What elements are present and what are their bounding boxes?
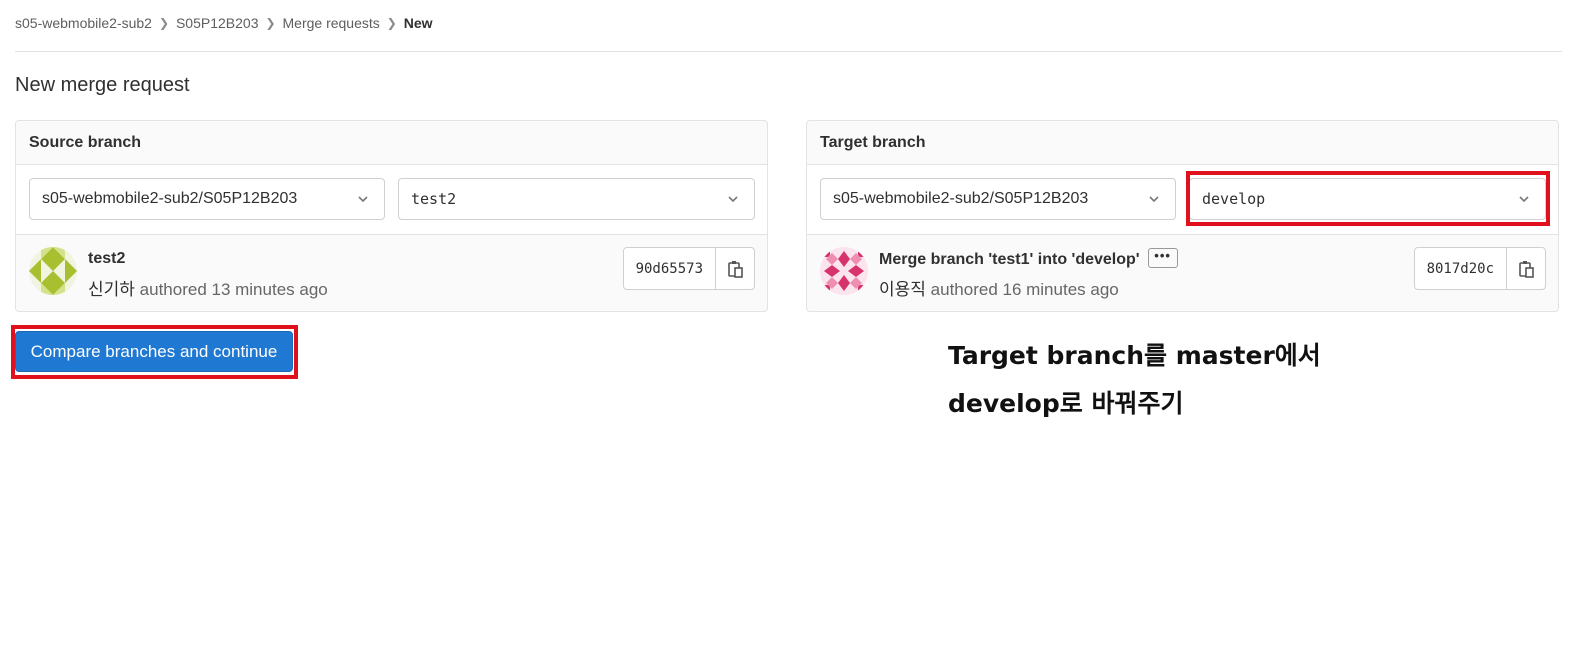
source-branch-panel: Source branch s05-webmobile2-sub2/S05P12… xyxy=(15,120,768,312)
chevron-down-icon xyxy=(728,196,738,203)
commit-sha[interactable]: 90d65573 xyxy=(624,248,716,289)
source-project-dropdown[interactable]: s05-webmobile2-sub2/S05P12B203 xyxy=(29,178,385,220)
compare-branches-button[interactable]: Compare branches and continue xyxy=(15,331,293,372)
target-branch-panel: Target branch s05-webmobile2-sub2/S05P12… xyxy=(806,120,1559,312)
target-commit: Merge branch 'test1' into 'develop' ••• 이… xyxy=(807,235,1558,311)
commit-title: Merge branch 'test1' into 'develop' ••• xyxy=(879,248,1178,270)
target-branch-dropdown[interactable]: develop xyxy=(1189,178,1546,220)
annotation-line: develop로 바꿔주기 xyxy=(948,389,1184,418)
chevron-down-icon xyxy=(1149,196,1159,203)
target-branch-header: Target branch xyxy=(807,121,1558,165)
commit-sha[interactable]: 8017d20c xyxy=(1415,248,1507,289)
breadcrumb-merge-requests[interactable]: Merge requests xyxy=(283,15,380,31)
commit-title[interactable]: test2 xyxy=(88,250,125,268)
target-branch-selectors: s05-webmobile2-sub2/S05P12B203 develop xyxy=(807,165,1558,235)
source-branch-value: test2 xyxy=(411,190,457,208)
clipboard-icon xyxy=(728,260,743,278)
source-branch-dropdown[interactable]: test2 xyxy=(398,178,755,220)
divider xyxy=(15,51,1562,52)
source-project-value: s05-webmobile2-sub2/S05P12B203 xyxy=(42,190,298,207)
source-commit: test2 신기하 authored 13 minutes ago 90d655… xyxy=(16,235,767,311)
avatar xyxy=(820,247,868,295)
commit-meta: 신기하 authored 13 minutes ago xyxy=(88,275,328,300)
breadcrumb-group[interactable]: s05-webmobile2-sub2 xyxy=(15,15,152,31)
commit-author[interactable]: 신기하 xyxy=(88,280,135,299)
copy-sha-button[interactable] xyxy=(1507,248,1545,289)
target-project-dropdown[interactable]: s05-webmobile2-sub2/S05P12B203 xyxy=(820,178,1176,220)
chevron-down-icon xyxy=(358,196,368,203)
source-branch-selectors: s05-webmobile2-sub2/S05P12B203 test2 xyxy=(16,165,767,235)
toggle-commit-description-button[interactable]: ••• xyxy=(1147,248,1178,268)
annotation-line: Target branch를 master에서 xyxy=(948,341,1321,370)
annotation-note: Target branch를 master에서 develop로 바꿔주기 xyxy=(948,332,1321,428)
commit-time: authored 16 minutes ago xyxy=(930,280,1119,299)
target-branch-value: develop xyxy=(1202,190,1266,208)
source-branch-header: Source branch xyxy=(16,121,767,165)
chevron-right-icon: ❯ xyxy=(265,16,276,30)
commit-time: authored 13 minutes ago xyxy=(139,280,328,299)
commit-sha-group: 8017d20c xyxy=(1413,247,1546,290)
target-project-value: s05-webmobile2-sub2/S05P12B203 xyxy=(833,190,1089,207)
copy-sha-button[interactable] xyxy=(716,248,754,289)
chevron-down-icon xyxy=(1519,196,1529,203)
breadcrumb-project[interactable]: S05P12B203 xyxy=(176,15,259,31)
breadcrumb-current: New xyxy=(403,15,433,31)
commit-title-link[interactable]: Merge branch 'test1' into 'develop' xyxy=(879,251,1140,268)
clipboard-icon xyxy=(1519,260,1534,278)
breadcrumb: s05-webmobile2-sub2 ❯ S05P12B203 ❯ Merge… xyxy=(15,0,433,46)
commit-meta: 이용직 authored 16 minutes ago xyxy=(879,275,1119,300)
commit-sha-group: 90d65573 xyxy=(622,247,755,290)
commit-author[interactable]: 이용직 xyxy=(879,280,926,299)
avatar xyxy=(29,247,77,295)
chevron-right-icon: ❯ xyxy=(158,16,169,30)
chevron-right-icon: ❯ xyxy=(386,16,397,30)
page-title: New merge request xyxy=(15,74,190,96)
